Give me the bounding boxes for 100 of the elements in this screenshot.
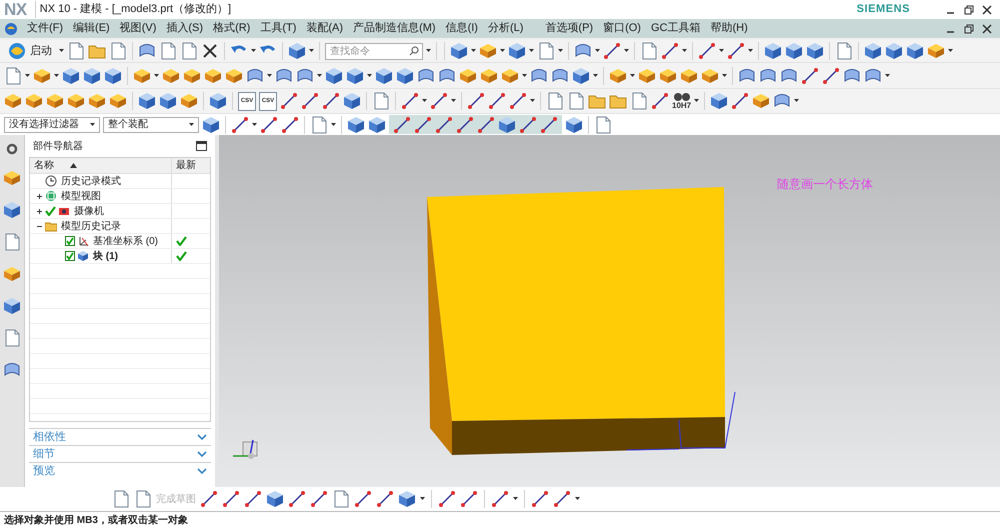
- menu-item[interactable]: 文件(F): [22, 20, 68, 37]
- tree-item[interactable]: 模型历史记录: [61, 218, 121, 234]
- cube-icon[interactable]: [104, 66, 122, 84]
- block-icon[interactable]: [927, 42, 945, 60]
- surface-icon[interactable]: [530, 66, 548, 84]
- line-icon[interactable]: [260, 116, 278, 134]
- close-icon[interactable]: [982, 4, 992, 14]
- menu-item[interactable]: 帮助(H): [705, 20, 753, 37]
- caret-icon[interactable]: [154, 74, 159, 78]
- caret-icon[interactable]: [420, 497, 425, 501]
- menu-item[interactable]: 插入(S): [161, 20, 208, 37]
- panel-header[interactable]: 相依性: [29, 428, 211, 445]
- line-icon[interactable]: [393, 116, 411, 134]
- document-icon[interactable]: [640, 42, 658, 60]
- cube-icon[interactable]: [202, 116, 220, 134]
- cube-icon[interactable]: [396, 66, 414, 84]
- line-icon[interactable]: [531, 490, 549, 508]
- line-icon[interactable]: [354, 490, 372, 508]
- line-icon[interactable]: [661, 42, 679, 60]
- block-icon[interactable]: [180, 92, 198, 110]
- menu-item[interactable]: 工具(T): [255, 20, 302, 37]
- line-icon[interactable]: [801, 66, 819, 84]
- surface-icon[interactable]: [759, 66, 777, 84]
- document-icon[interactable]: [112, 490, 130, 508]
- block-icon[interactable]: [680, 66, 698, 84]
- caret-icon[interactable]: [331, 122, 336, 126]
- cube-icon[interactable]: [266, 490, 284, 508]
- menu-item[interactable]: 产品制造信息(M): [348, 20, 441, 37]
- app-menu-icon[interactable]: [4, 22, 18, 36]
- document-icon[interactable]: [134, 490, 152, 508]
- line-icon[interactable]: [200, 490, 218, 508]
- caret-icon[interactable]: [59, 49, 64, 53]
- surface-icon[interactable]: [438, 66, 456, 84]
- caret-icon[interactable]: [530, 99, 535, 103]
- block-icon[interactable]: [501, 66, 519, 84]
- cube-icon[interactable]: [3, 297, 21, 315]
- caret-icon[interactable]: [451, 99, 456, 103]
- search-field[interactable]: 查找命令: [325, 42, 423, 60]
- block-icon[interactable]: [701, 66, 719, 84]
- cube-icon[interactable]: [864, 42, 882, 60]
- caret-icon[interactable]: [694, 99, 700, 103]
- dropdown[interactable]: 整个装配: [103, 116, 199, 132]
- start-button[interactable]: 启动: [4, 41, 56, 61]
- menu-item[interactable]: 视图(V): [114, 20, 162, 37]
- block-icon[interactable]: [3, 265, 21, 283]
- menu-item[interactable]: GC工具箱: [646, 20, 706, 37]
- surface-icon[interactable]: [3, 361, 21, 379]
- cube-icon[interactable]: [398, 490, 416, 508]
- caret-icon[interactable]: [367, 74, 372, 78]
- block-icon[interactable]: [183, 66, 201, 84]
- cube-icon[interactable]: [62, 66, 80, 84]
- caret-icon[interactable]: [575, 497, 580, 501]
- cube-icon[interactable]: [83, 66, 101, 84]
- document-icon[interactable]: [159, 42, 177, 60]
- restore-icon[interactable]: [964, 24, 974, 34]
- line-icon[interactable]: [288, 490, 306, 508]
- caret-icon[interactable]: [595, 49, 600, 53]
- line-icon[interactable]: [456, 116, 474, 134]
- block-icon[interactable]: [67, 92, 85, 110]
- cube-icon[interactable]: [710, 92, 728, 110]
- caret-icon[interactable]: [558, 49, 563, 53]
- caret-icon[interactable]: [593, 74, 598, 78]
- cube-icon[interactable]: [138, 92, 156, 110]
- cube-icon[interactable]: [785, 42, 803, 60]
- caret-icon[interactable]: [529, 49, 534, 53]
- panel-header[interactable]: 细节: [29, 445, 211, 462]
- line-icon[interactable]: [280, 92, 298, 110]
- block-icon[interactable]: [609, 66, 627, 84]
- block-icon[interactable]: [659, 66, 677, 84]
- block-icon[interactable]: [459, 66, 477, 84]
- menu-item[interactable]: 信息(I): [440, 20, 483, 37]
- tree-item[interactable]: 历史记录模式: [61, 174, 121, 188]
- line-icon[interactable]: [727, 42, 745, 60]
- line-icon[interactable]: [231, 116, 249, 134]
- cube-icon[interactable]: [498, 116, 516, 134]
- line-icon[interactable]: [414, 116, 432, 134]
- menu-item[interactable]: 装配(A): [301, 20, 348, 37]
- block-icon[interactable]: [752, 92, 770, 110]
- cube-icon[interactable]: [565, 116, 583, 134]
- block-icon[interactable]: [480, 66, 498, 84]
- line-icon[interactable]: [488, 92, 506, 110]
- expand-icon[interactable]: [36, 192, 43, 200]
- document-icon[interactable]: [3, 329, 21, 347]
- surface-icon[interactable]: [275, 66, 293, 84]
- cube-icon[interactable]: [3, 201, 21, 219]
- block-icon[interactable]: [638, 66, 656, 84]
- cube-icon[interactable]: [368, 116, 386, 134]
- surface-icon[interactable]: [296, 66, 314, 84]
- document-icon[interactable]: [567, 92, 585, 110]
- column-header[interactable]: 名称: [34, 158, 54, 173]
- tree-item[interactable]: 块 (1): [93, 248, 118, 264]
- caret-icon[interactable]: [500, 49, 505, 53]
- block-icon[interactable]: [109, 92, 127, 110]
- line-icon[interactable]: [244, 490, 262, 508]
- line-icon[interactable]: [376, 490, 394, 508]
- line-icon[interactable]: [322, 92, 340, 110]
- document-icon[interactable]: [3, 233, 21, 251]
- surface-icon[interactable]: [738, 66, 756, 84]
- block-icon[interactable]: [25, 92, 43, 110]
- column-header[interactable]: 最新: [172, 158, 210, 173]
